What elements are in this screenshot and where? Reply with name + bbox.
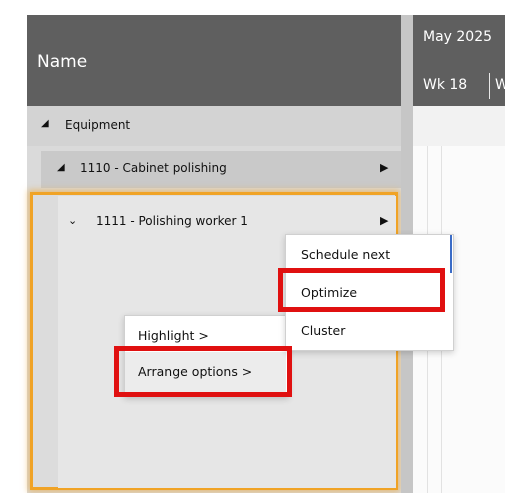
annotation-box-optimize [278, 268, 445, 312]
tree-row-label: 1110 - Cabinet polishing [80, 161, 227, 175]
menu-item-schedule-next[interactable]: Schedule next [301, 247, 390, 262]
expand-arrow-icon[interactable]: ▶ [380, 161, 388, 174]
week-divider [489, 73, 490, 99]
menu-item-cluster[interactable]: Cluster [301, 323, 345, 338]
timeline-week-label: Wk 18 [423, 77, 468, 93]
timeline-header: May 2025 Wk 18 W [413, 15, 505, 106]
tree-row-polishing-worker[interactable]: ⌄ 1111 - Polishing worker 1 ▶ [68, 212, 388, 234]
collapse-triangle-icon[interactable]: ◢ [41, 118, 49, 129]
annotation-box-arrange-options [114, 346, 292, 397]
timeline-week-label-next: W [495, 77, 505, 93]
tree-row-cabinet-polishing[interactable]: ◢ 1110 - Cabinet polishing ▶ [41, 151, 401, 188]
chevron-down-icon[interactable]: ⌄ [68, 214, 77, 227]
expand-arrow-icon[interactable]: ▶ [380, 214, 388, 227]
collapse-triangle-icon[interactable]: ◢ [57, 162, 65, 173]
tree-row-label: 1111 - Polishing worker 1 [96, 214, 248, 228]
tree-row-label: Equipment [65, 118, 131, 132]
timeline-month-label: May 2025 [423, 29, 493, 45]
name-column-title: Name [37, 52, 88, 72]
name-column-header[interactable]: Name [27, 15, 401, 106]
tree-row-equipment[interactable]: ◢ Equipment [27, 106, 401, 146]
timeline-subheader [413, 106, 505, 146]
menu-item-highlight-option[interactable]: Highlight > [138, 328, 209, 343]
focus-indicator [450, 235, 452, 273]
